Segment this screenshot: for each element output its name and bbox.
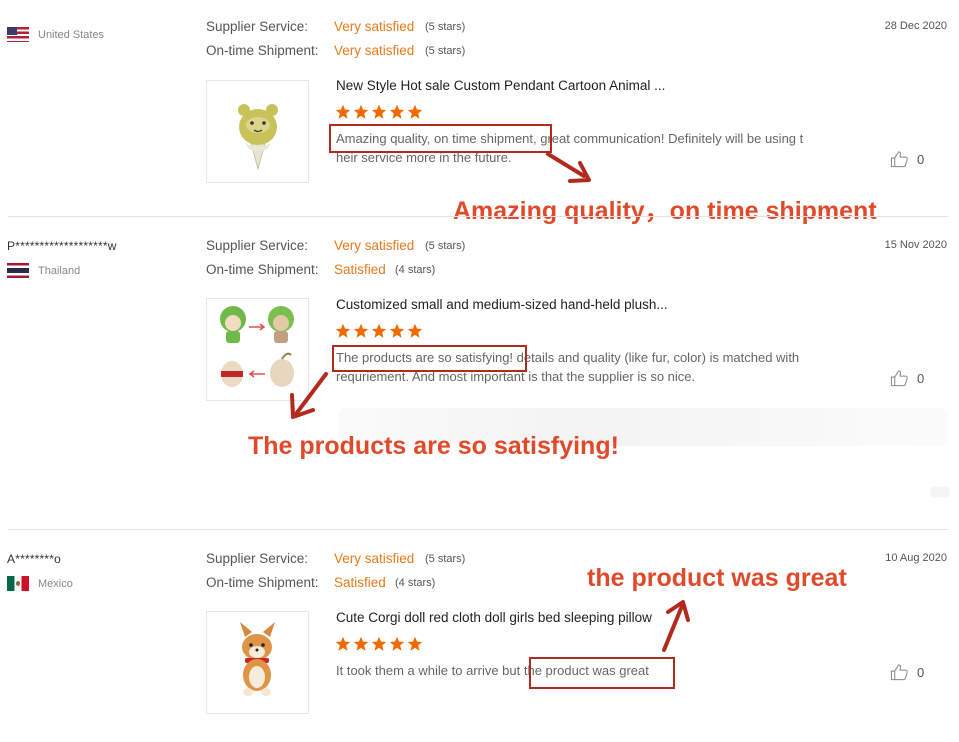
buyer-country: United States bbox=[7, 27, 104, 42]
star-icon bbox=[407, 323, 423, 338]
star-icon bbox=[389, 636, 405, 651]
star-icon bbox=[389, 104, 405, 119]
blurred-background-artifact bbox=[930, 487, 950, 497]
shipment-value: Satisfied bbox=[334, 575, 386, 590]
supplier-service-stars: (5 stars) bbox=[425, 553, 466, 565]
review-divider bbox=[8, 529, 948, 530]
country-name: Thailand bbox=[38, 264, 81, 277]
flag-us-icon bbox=[7, 27, 29, 42]
like-count: 0 bbox=[917, 664, 925, 680]
like-button[interactable]: 0 bbox=[890, 150, 924, 168]
like-count: 0 bbox=[917, 151, 925, 167]
supplier-service-stars: (5 stars) bbox=[425, 240, 466, 252]
callout-annotation: the product was great bbox=[587, 564, 847, 592]
buyer-name: P*******************w bbox=[7, 239, 117, 253]
star-icon bbox=[353, 104, 369, 119]
shipment-stars: (4 stars) bbox=[395, 577, 436, 589]
flag-mx-icon bbox=[7, 576, 29, 591]
supplier-service-stars: (5 stars) bbox=[425, 21, 466, 33]
callout-annotation: Amazing quality，on time shipment bbox=[453, 197, 877, 225]
thumbs-up-icon bbox=[890, 370, 908, 387]
like-count: 0 bbox=[917, 370, 925, 386]
rating-stars bbox=[335, 104, 423, 120]
product-title[interactable]: Cute Corgi doll red cloth doll girls bed… bbox=[336, 610, 652, 625]
star-icon bbox=[335, 104, 351, 119]
shipment-value: Very satisfied bbox=[334, 43, 415, 58]
supplier-service-value: Very satisfied bbox=[334, 19, 415, 34]
callout-annotation: The products are so satisfying! bbox=[248, 432, 619, 460]
highlight-box bbox=[329, 124, 552, 153]
arrow-annotation bbox=[656, 598, 692, 654]
shipment-label: On-time Shipment: bbox=[206, 575, 319, 590]
shipment-label: On-time Shipment: bbox=[206, 43, 319, 58]
rating-stars bbox=[335, 636, 423, 652]
star-icon bbox=[353, 323, 369, 338]
review-date: 15 Nov 2020 bbox=[884, 239, 947, 251]
star-icon bbox=[335, 323, 351, 338]
thumbs-up-icon bbox=[890, 664, 908, 681]
arrow-annotation bbox=[286, 370, 332, 422]
star-icon bbox=[371, 636, 387, 651]
supplier-service-value: Very satisfied bbox=[334, 238, 415, 253]
thumbs-up-icon bbox=[890, 151, 908, 168]
buyer-country: Thailand bbox=[7, 263, 80, 278]
like-button[interactable]: 0 bbox=[890, 369, 924, 387]
product-image-corgi bbox=[240, 622, 275, 696]
shipment-stars: (5 stars) bbox=[425, 45, 466, 57]
product-image-pendant bbox=[238, 104, 278, 171]
product-thumbnail[interactable] bbox=[206, 80, 309, 183]
shipment-stars: (4 stars) bbox=[395, 264, 436, 276]
supplier-service-value: Very satisfied bbox=[334, 551, 415, 566]
supplier-service-label: Supplier Service: bbox=[206, 19, 309, 34]
review-date: 10 Aug 2020 bbox=[885, 552, 947, 564]
star-icon bbox=[407, 636, 423, 651]
country-name: United States bbox=[38, 28, 105, 41]
product-title[interactable]: Customized small and medium-sized hand-h… bbox=[336, 297, 668, 312]
star-icon bbox=[353, 636, 369, 651]
review-date: 28 Dec 2020 bbox=[884, 20, 947, 32]
product-title[interactable]: New Style Hot sale Custom Pendant Cartoo… bbox=[336, 78, 665, 93]
highlight-box bbox=[529, 657, 675, 689]
arrow-annotation bbox=[544, 150, 594, 186]
star-icon bbox=[389, 323, 405, 338]
buyer-name: A********o bbox=[7, 552, 62, 566]
shipment-label: On-time Shipment: bbox=[206, 262, 319, 277]
product-thumbnail[interactable] bbox=[206, 611, 309, 714]
star-icon bbox=[335, 636, 351, 651]
rating-stars bbox=[335, 323, 423, 339]
supplier-service-label: Supplier Service: bbox=[206, 238, 309, 253]
flag-th-icon bbox=[7, 263, 29, 278]
star-icon bbox=[371, 323, 387, 338]
buyer-country: Mexico bbox=[7, 576, 73, 591]
star-icon bbox=[407, 104, 423, 119]
country-name: Mexico bbox=[38, 577, 73, 590]
star-icon bbox=[371, 104, 387, 119]
like-button[interactable]: 0 bbox=[890, 663, 924, 681]
supplier-service-label: Supplier Service: bbox=[206, 551, 309, 566]
review-divider bbox=[8, 216, 948, 217]
shipment-value: Satisfied bbox=[334, 262, 386, 277]
highlight-box bbox=[332, 345, 527, 372]
